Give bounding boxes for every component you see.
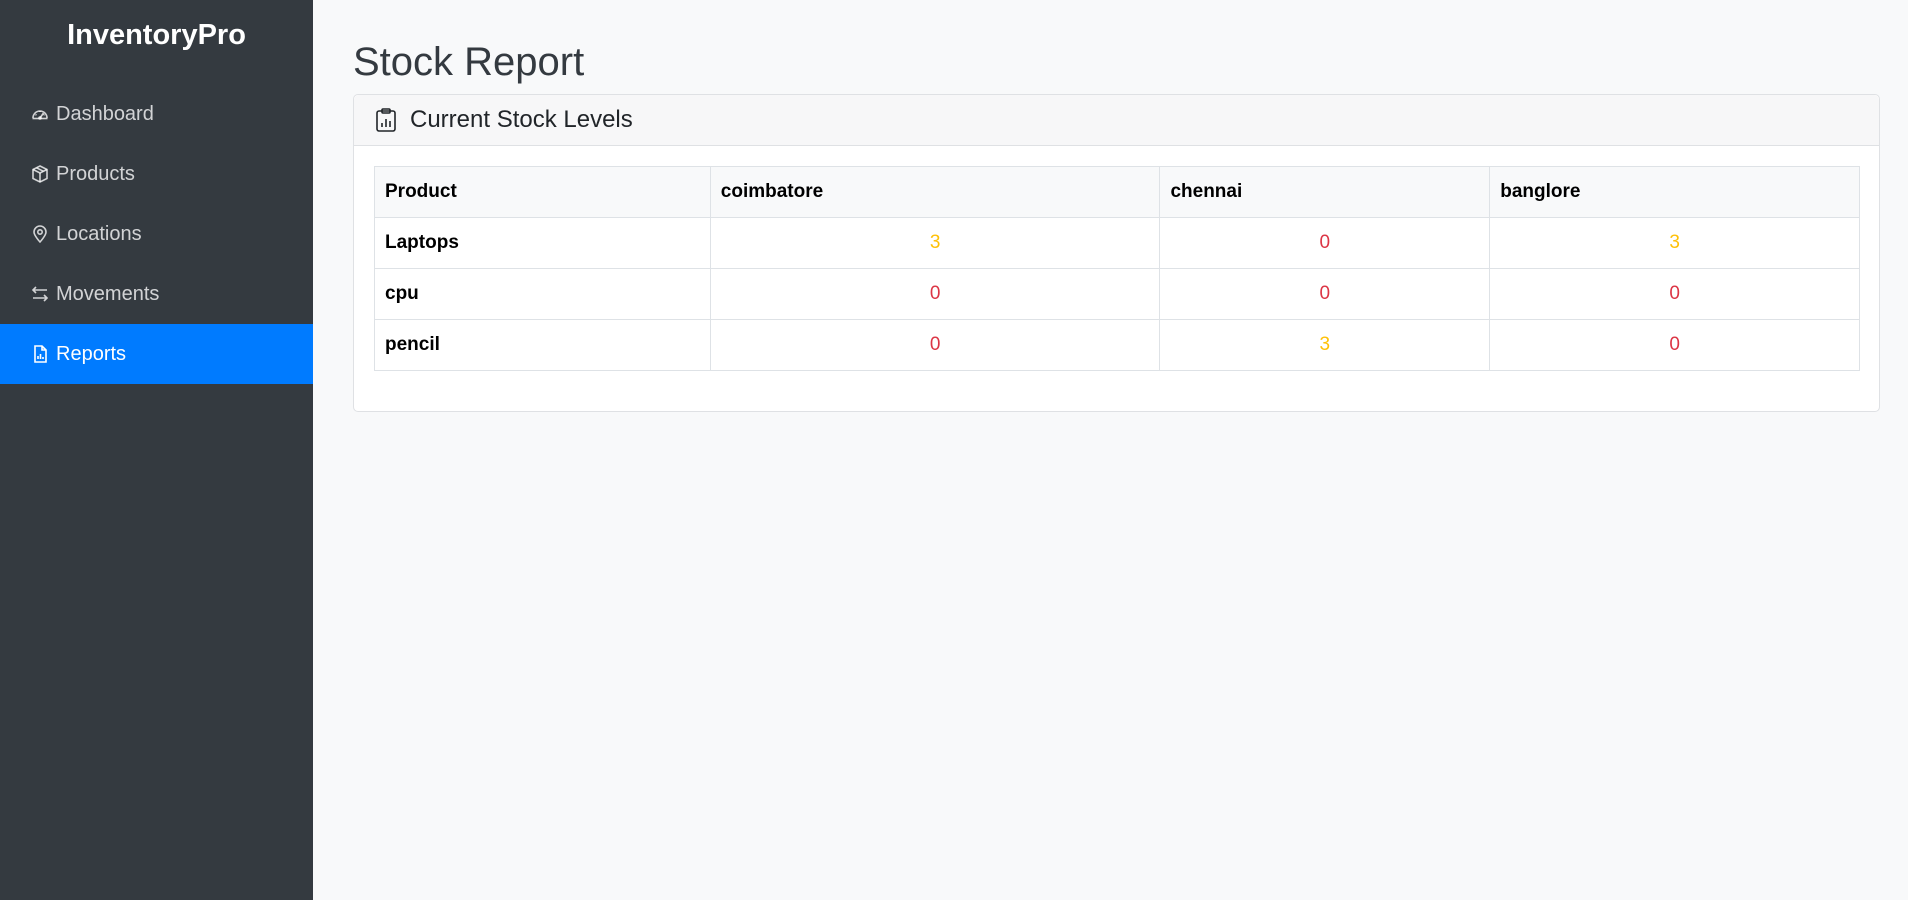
sidebar: InventoryPro Dashboard Products Location… — [0, 0, 313, 900]
product-name-cell: Laptops — [374, 217, 711, 269]
product-name-cell: pencil — [374, 319, 711, 371]
card-title: Current Stock Levels — [410, 106, 633, 133]
box-icon — [30, 164, 50, 184]
sidebar-item-label: Movements — [56, 282, 160, 305]
stock-quantity-cell: 0 — [1159, 217, 1491, 269]
sidebar-item-dashboard[interactable]: Dashboard — [0, 84, 313, 144]
card-body: Product coimbatore chennai banglore Lapt… — [354, 146, 1879, 371]
table-row: pencil 0 3 0 — [374, 319, 1860, 371]
sidebar-item-reports[interactable]: Reports — [0, 324, 313, 384]
report-file-icon — [30, 344, 50, 364]
stock-quantity-cell: 0 — [1489, 319, 1860, 371]
card-header: Current Stock Levels — [354, 95, 1879, 146]
stock-quantity-cell: 0 — [1159, 268, 1491, 320]
brand-logo[interactable]: InventoryPro — [0, 0, 313, 84]
arrows-exchange-icon — [30, 284, 50, 304]
sidebar-item-label: Products — [56, 162, 135, 185]
stock-quantity-cell: 3 — [1159, 319, 1491, 371]
stock-table: Product coimbatore chennai banglore Lapt… — [374, 166, 1860, 371]
stock-quantity-cell: 0 — [1489, 268, 1860, 320]
table-body: Laptops 3 0 3 cpu 0 0 0 pencil 0 3 0 — [374, 217, 1860, 371]
table-row: Laptops 3 0 3 — [374, 217, 1860, 269]
sidebar-item-products[interactable]: Products — [0, 144, 313, 204]
product-name-cell: cpu — [374, 268, 711, 320]
column-header: Product — [374, 166, 711, 218]
stock-quantity-cell: 3 — [709, 217, 1161, 269]
main-content: Stock Report Current Stock Levels Produc… — [313, 0, 1908, 900]
stock-levels-card: Current Stock Levels Product coimbatore … — [353, 94, 1880, 412]
column-header: banglore — [1489, 166, 1860, 218]
column-header: coimbatore — [709, 166, 1161, 218]
sidebar-item-movements[interactable]: Movements — [0, 264, 313, 324]
sidebar-nav: Dashboard Products Locations Movements R… — [0, 84, 313, 384]
map-pin-icon — [30, 224, 50, 244]
sidebar-item-locations[interactable]: Locations — [0, 204, 313, 264]
speedometer-icon — [30, 104, 50, 124]
page-title: Stock Report — [353, 40, 585, 84]
stock-quantity-cell: 0 — [709, 319, 1161, 371]
stock-quantity-cell: 3 — [1489, 217, 1860, 269]
column-header: chennai — [1159, 166, 1491, 218]
sidebar-item-label: Locations — [56, 222, 142, 245]
table-header-row: Product coimbatore chennai banglore — [374, 166, 1860, 218]
stock-quantity-cell: 0 — [709, 268, 1161, 320]
sidebar-item-label: Reports — [56, 342, 127, 365]
clipboard-chart-icon — [374, 107, 398, 133]
table-row: cpu 0 0 0 — [374, 268, 1860, 320]
sidebar-item-label: Dashboard — [56, 102, 154, 125]
